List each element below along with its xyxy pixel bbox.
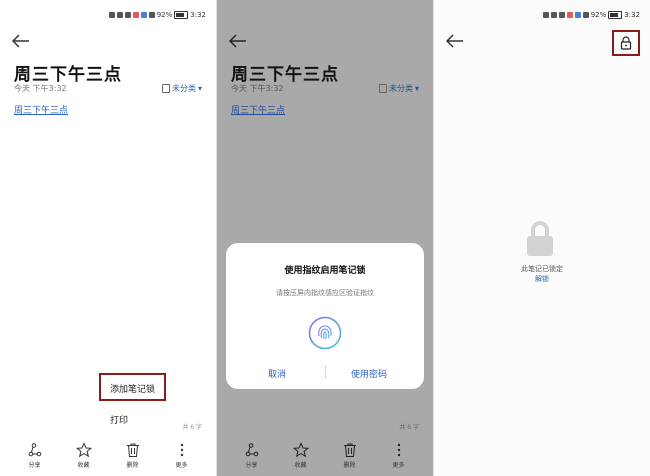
note-body: 周三下午三点: [231, 106, 286, 116]
bottom-toolbar: 分享 收藏 删除 更多: [0, 442, 216, 472]
lock-icon[interactable]: [619, 36, 633, 50]
app-icon: [140, 12, 147, 18]
back-arrow-icon[interactable]: [446, 34, 464, 48]
share-label: 分享: [245, 462, 258, 469]
caret-down-icon: ▾: [197, 84, 202, 93]
back-arrow-icon[interactable]: [229, 34, 247, 48]
fingerprint-icon[interactable]: [308, 316, 342, 350]
more-button[interactable]: 更多: [167, 442, 197, 472]
category-label: 未分类: [388, 84, 413, 93]
delete-button[interactable]: 删除: [118, 442, 148, 472]
dialog-title: 使用指纹启用笔记锁: [284, 266, 366, 276]
battery-percent: 92%: [156, 11, 173, 19]
battery-icon: [174, 11, 189, 19]
favorite-button[interactable]: 收藏: [69, 442, 99, 472]
caret-down-icon: ▾: [414, 84, 419, 93]
add-note-lock-menu-item[interactable]: 添加笔记锁: [110, 382, 155, 395]
delete-label: 删除: [126, 462, 139, 469]
unlock-link[interactable]: 解锁: [434, 274, 650, 284]
delete-label: 删除: [343, 462, 356, 469]
share-icon: [245, 443, 258, 457]
note-title: 周三下午三点: [14, 65, 122, 85]
dialog-subtitle: 请按压屏内指纹感应区验证指纹: [276, 289, 374, 297]
signal-icon: [116, 12, 123, 18]
document-icon: [161, 84, 170, 93]
favorite-label: 收藏: [294, 462, 307, 469]
note-screen-fingerprint-dialog: 周三下午三点 今天 下午3:32 未分类 ▾ 周三下午三点 使用指纹启用笔记锁 …: [217, 0, 433, 476]
cancel-button[interactable]: 取消: [268, 367, 286, 380]
category-selector[interactable]: 未分类 ▾: [161, 83, 202, 94]
favorite-label: 收藏: [77, 462, 90, 469]
sim-icon: [108, 12, 115, 18]
note-timestamp: 今天 下午3:32: [14, 84, 67, 93]
delete-button[interactable]: 删除: [335, 442, 365, 472]
share-icon: [28, 443, 41, 457]
signal-icon: [550, 12, 557, 18]
more-vertical-icon: [180, 443, 183, 457]
favorite-button[interactable]: 收藏: [286, 442, 316, 472]
trash-icon: [126, 443, 139, 457]
share-label: 分享: [28, 462, 41, 469]
status-bar: 92% 3:32: [108, 9, 206, 21]
more-button[interactable]: 更多: [384, 442, 414, 472]
note-body[interactable]: 周三下午三点: [14, 103, 68, 116]
alarm-icon: [148, 12, 155, 18]
status-bar: 92% 3:32: [542, 9, 640, 21]
clock: 3:32: [190, 11, 206, 19]
star-icon: [292, 442, 309, 458]
document-icon: [378, 84, 387, 93]
locked-message: 此笔记已锁定: [521, 265, 563, 273]
star-icon: [75, 442, 92, 458]
note-title: 周三下午三点: [231, 65, 339, 85]
share-button[interactable]: 分享: [237, 442, 267, 472]
clock: 3:32: [624, 11, 640, 19]
word-count: 共 6 字: [182, 424, 202, 431]
bottom-toolbar: 分享 收藏 删除 更多: [217, 442, 433, 472]
back-arrow-icon[interactable]: [12, 34, 30, 48]
more-vertical-icon: [397, 443, 400, 457]
button-separator: [325, 365, 326, 379]
alarm-icon: [582, 12, 589, 18]
trash-icon: [343, 443, 356, 457]
fingerprint-dialog: 使用指纹启用笔记锁 请按压屏内指纹感应区验证指纹 取消 使用密码: [226, 243, 424, 389]
share-button[interactable]: 分享: [20, 442, 50, 472]
battery-percent: 92%: [590, 11, 607, 19]
category-selector[interactable]: 未分类 ▾: [378, 83, 419, 94]
use-password-button[interactable]: 使用密码: [351, 367, 387, 380]
more-label: 更多: [392, 462, 405, 469]
wifi-icon: [558, 12, 565, 18]
word-count: 共 6 字: [399, 424, 419, 431]
category-label: 未分类: [171, 84, 196, 93]
more-label: 更多: [175, 462, 188, 469]
note-timestamp: 今天 下午3:32: [231, 84, 284, 93]
print-menu-item[interactable]: 打印: [110, 413, 128, 426]
battery-icon: [608, 11, 623, 19]
large-lock-icon: [527, 221, 553, 256]
wifi-icon: [124, 12, 131, 18]
sim-icon: [542, 12, 549, 18]
notification-icon: [566, 12, 573, 18]
note-screen-locked: 92% 3:32 此笔记已锁定 解锁: [434, 0, 650, 476]
notification-icon: [132, 12, 139, 18]
app-icon: [574, 12, 581, 18]
note-screen-menu: 92% 3:32 周三下午三点 今天 下午3:32 未分类 ▾ 周三下午三点 添…: [0, 0, 216, 476]
